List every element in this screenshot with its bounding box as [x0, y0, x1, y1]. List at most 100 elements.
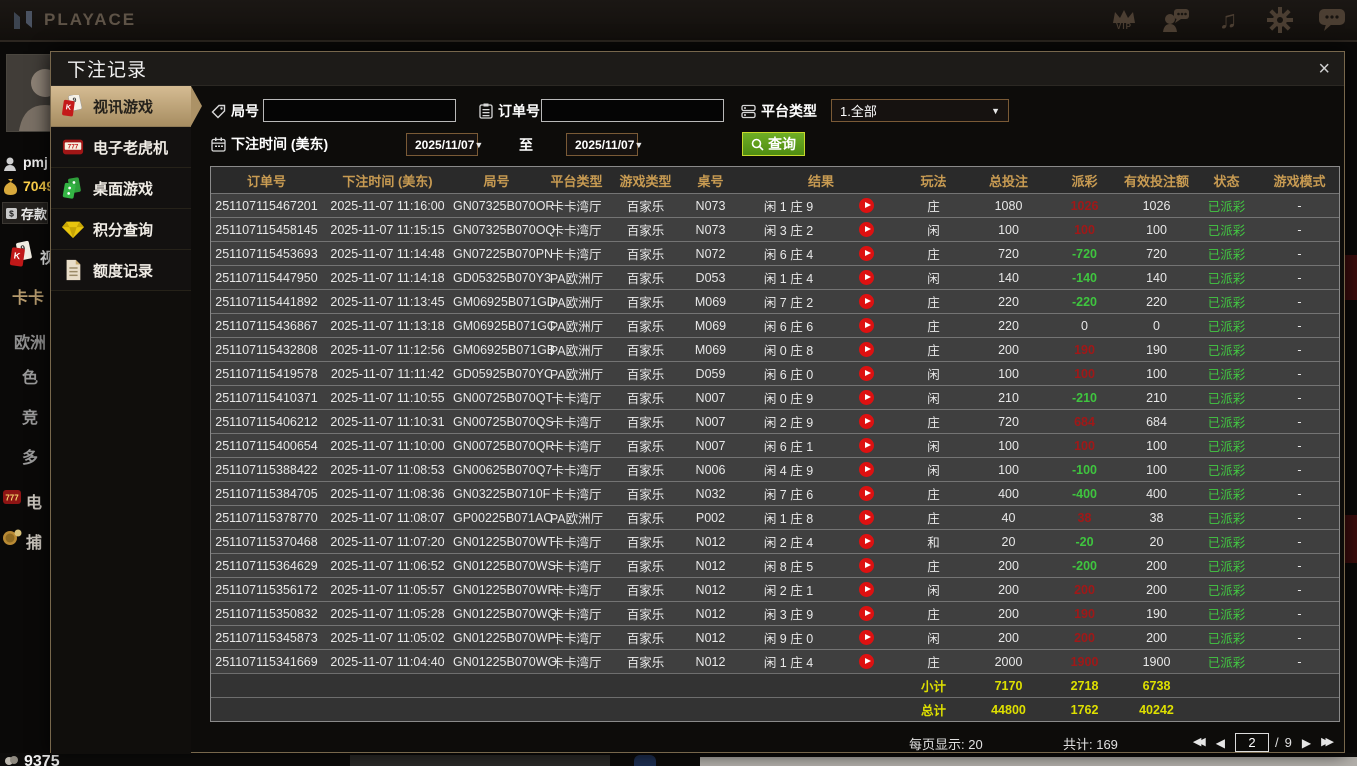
replay-button[interactable]: [859, 366, 874, 382]
music-icon[interactable]: ♫: [1213, 5, 1243, 35]
cell-valid-bet: 100: [1146, 438, 1167, 453]
top-icon-group: VIP ♫: [1109, 5, 1357, 35]
tag-icon: [211, 104, 226, 118]
cell-table: N012: [695, 534, 726, 549]
replay-button[interactable]: [859, 582, 874, 598]
cell-payout: 1900: [1070, 654, 1099, 669]
replay-button[interactable]: [859, 342, 874, 358]
first-page-icon[interactable]: ◀◀: [1193, 737, 1206, 748]
vip-icon[interactable]: VIP: [1109, 5, 1139, 35]
cell-status: 已派彩: [1207, 344, 1246, 358]
cell-table: N012: [695, 558, 726, 573]
date-from-select[interactable]: 2025/11/07 ▼: [406, 133, 483, 156]
table-header-row: 订单号 下注时间 (美东) 局号 平台类型 游戏类型 桌号 结果 玩法 总投注 派彩 有效投注额 状态…: [211, 167, 1339, 193]
sidebar-item-points[interactable]: 积分查询: [51, 209, 191, 250]
cell-game-type: 百家乐: [626, 296, 665, 310]
platform-type-value: 1.全部: [840, 104, 877, 119]
sidebar-item-live-games[interactable]: 9K 视讯游戏: [51, 86, 191, 127]
svg-text:777: 777: [5, 494, 19, 503]
replay-button[interactable]: [859, 390, 874, 406]
cell-play-type: 庄: [927, 656, 940, 670]
cell-game-mode: -: [1297, 534, 1302, 549]
sidebar-item-quota-records[interactable]: 额度记录: [51, 250, 191, 291]
cell-game-mode: -: [1297, 390, 1302, 405]
support-chat-icon[interactable]: [1161, 5, 1191, 35]
cell-time: 2025-11-07 11:08:07: [330, 510, 445, 525]
cell-play-type: 和: [927, 536, 940, 550]
deposit-button[interactable]: $ 存款: [2, 202, 48, 224]
cell-replay: [834, 486, 899, 502]
to-label: 至: [519, 137, 533, 153]
cell-payout: -140: [1071, 270, 1098, 285]
date-to-select[interactable]: 2025/11/07 ▼: [566, 133, 643, 156]
cell-result: 闲 2 庄 1: [763, 584, 814, 598]
settings-gear-icon[interactable]: [1265, 5, 1295, 35]
cell-order: 251107115447950: [215, 270, 318, 285]
cell-time: 2025-11-07 11:13:45: [330, 294, 445, 309]
background-bottom-balance: 9375: [24, 753, 60, 766]
table-row: 251107115467201 2025-11-07 11:16:00 GN0732…: [211, 193, 1339, 217]
replay-button[interactable]: [859, 558, 874, 574]
sidebar-item-slots[interactable]: 777 电子老虎机: [51, 127, 191, 168]
vip-label: VIP: [1116, 22, 1132, 31]
order-number-input[interactable]: [541, 99, 724, 122]
cell-total-bet: 720: [998, 246, 1019, 261]
replay-button[interactable]: [859, 510, 874, 526]
page-number-input[interactable]: [1234, 733, 1269, 752]
last-page-icon[interactable]: ▶▶: [1321, 737, 1334, 748]
search-button[interactable]: 查询: [742, 132, 805, 156]
cell-round: GN00725B070QR: [453, 438, 555, 453]
replay-button[interactable]: [859, 486, 874, 502]
cell-status: 已派彩: [1207, 512, 1246, 526]
replay-button[interactable]: [859, 318, 874, 334]
replay-button[interactable]: [859, 222, 874, 238]
cell-game-type: 百家乐: [626, 320, 665, 334]
bet-records-table: 订单号 下注时间 (美东) 局号 平台类型 游戏类型 桌号 结果 玩法 总投注 派彩 有效投注额 状态…: [210, 166, 1340, 722]
cell-play-type: 庄: [927, 608, 940, 622]
cell-order: 251107115467201: [215, 198, 318, 213]
cell-game-mode: -: [1297, 438, 1302, 453]
replay-button[interactable]: [859, 654, 874, 670]
round-number-input[interactable]: [263, 99, 456, 122]
replay-button[interactable]: [859, 270, 874, 286]
cell-round: GN07325B070OQ: [453, 222, 556, 237]
brand-logo[interactable]: PLAYACE: [10, 7, 136, 33]
sidebar-item-table-games[interactable]: 桌面游戏: [51, 168, 191, 209]
cell-game-type: 百家乐: [626, 440, 665, 454]
prev-page-icon[interactable]: ◀: [1216, 737, 1225, 749]
replay-button[interactable]: [859, 534, 874, 550]
replay-button[interactable]: [859, 246, 874, 262]
cell-total-bet: 20: [1001, 534, 1016, 549]
replay-button[interactable]: [859, 414, 874, 430]
cell-platform: PA欧洲厅: [549, 272, 604, 286]
table-row: 251107115441892 2025-11-07 11:13:45 GM0692…: [211, 289, 1339, 313]
messages-icon[interactable]: [1317, 5, 1347, 35]
platform-type-select[interactable]: 1.全部 ▼: [831, 99, 1009, 122]
next-page-icon[interactable]: ▶: [1302, 737, 1311, 749]
cell-game-type: 百家乐: [626, 200, 665, 214]
cell-payout: -20: [1075, 534, 1094, 549]
replay-button[interactable]: [859, 606, 874, 622]
modal-content: 局号 订单号 平台类型 1.全部 ▼ 下注时间 (美东) 2025/11/07 …: [191, 86, 1346, 754]
modal-title-bar: 下注记录 ×: [51, 52, 1344, 86]
replay-button[interactable]: [859, 438, 874, 454]
cell-game-type: 百家乐: [626, 272, 665, 286]
background-image-fragment: [350, 755, 610, 766]
replay-button[interactable]: [859, 630, 874, 646]
cell-table: P002: [695, 510, 726, 525]
replay-button[interactable]: [859, 294, 874, 310]
cell-valid-bet: 720: [1146, 246, 1167, 261]
cell-table: M069: [694, 294, 727, 309]
avatar[interactable]: [6, 54, 50, 132]
cell-result: 闲 6 庄 1: [763, 440, 814, 454]
cell-game-type: 百家乐: [626, 248, 665, 262]
cell-table: N012: [695, 582, 726, 597]
close-icon[interactable]: ×: [1318, 59, 1330, 79]
replay-button[interactable]: [859, 462, 874, 478]
cell-round: GM06925B071GB: [453, 342, 556, 357]
background-left-panel: pmj 7049 $ 存款 9K 视 卡卡 欧洲 色 竞 多 777 电 捕: [0, 42, 50, 766]
bet-time-label-group: 下注时间 (美东): [211, 134, 328, 154]
cell-result: 闲 3 庄 2: [763, 224, 814, 238]
replay-button[interactable]: [859, 198, 874, 214]
cell-game-mode: -: [1297, 582, 1302, 597]
